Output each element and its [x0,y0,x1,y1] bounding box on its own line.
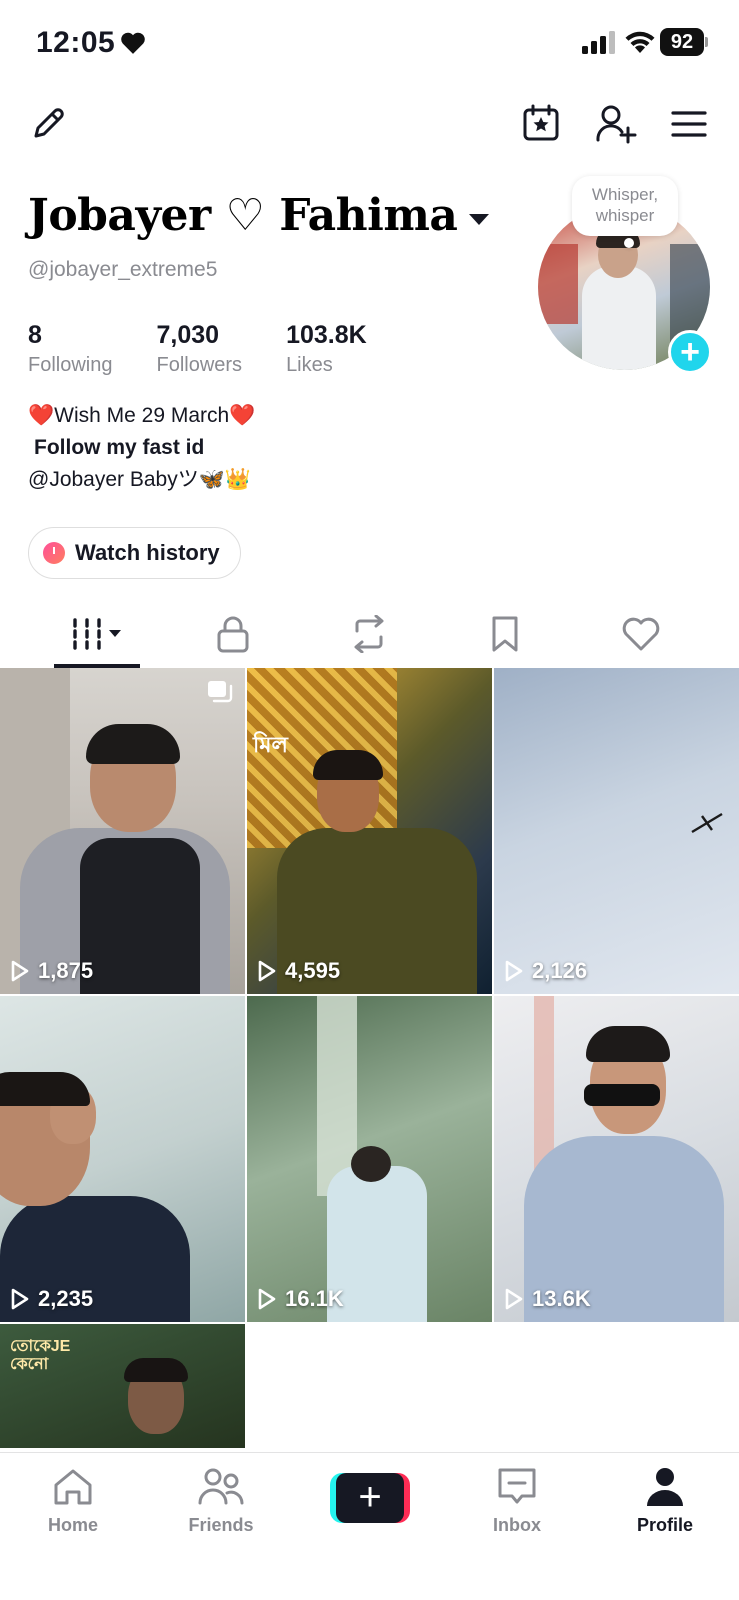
profile-tabs [0,604,739,668]
profile-username: @jobayer_extreme5 [28,258,218,281]
whisper-bubble[interactable]: Whisper, whisper [572,176,678,236]
tab-saved[interactable] [460,604,550,664]
friends-icon [198,1468,244,1505]
likes-stat[interactable]: 103.8K Likes [286,320,367,377]
play-icon [11,960,29,982]
battery-level: 92 [660,28,704,56]
followers-count: 7,030 [156,321,220,349]
bookmark-icon [492,616,518,652]
nav-profile[interactable]: Profile [610,1465,720,1536]
tab-videos[interactable] [52,604,142,664]
status-time: 12:05 [36,26,116,59]
tab-liked[interactable] [596,604,686,664]
grid-icon [73,618,121,650]
profile-display-name[interactable]: Jobayer ♡ Fahima [28,190,458,241]
followers-label: Followers [156,354,243,376]
play-icon [505,1288,523,1310]
view-count-label: 1,875 [38,958,94,983]
video-tile[interactable]: তোকেJE কেনো [0,1324,245,1448]
bio-line-mention[interactable]: @Jobayer Babyツ🦋👑 [28,464,255,496]
play-icon [258,1288,276,1310]
profile-icon [647,1468,683,1506]
watch-history-button[interactable]: Watch history [28,527,241,579]
whisper-text-line: whisper [595,206,655,225]
play-icon [258,960,276,982]
play-icon [505,960,523,982]
add-friend-button[interactable] [594,102,638,146]
watch-history-label: Watch history [75,540,220,565]
status-bar: 12:05 92 [0,0,739,88]
bottom-navigation: Home Friends + Inbox Profile [0,1452,739,1600]
view-count-label: 2,235 [38,1286,94,1311]
video-tile[interactable]: 1,875 [0,668,245,994]
menu-button[interactable] [668,104,710,144]
home-icon [54,1469,92,1505]
view-count-label: 13.6K [532,1286,591,1311]
following-stat[interactable]: 8 Following [28,320,112,377]
add-user-icon [596,105,637,144]
repost-icon [354,615,384,653]
tile-overlay-text: মিল [253,732,288,757]
nav-friends[interactable]: Friends [166,1465,276,1536]
following-count: 8 [28,321,42,349]
view-count: 2,126 [504,958,587,984]
chevron-down-icon[interactable] [468,212,490,226]
view-count-label: 16.1K [285,1286,344,1311]
edit-profile-button[interactable] [26,102,70,146]
clock-icon [43,542,65,564]
whisper-text-line: Whisper, [591,185,659,204]
video-tile[interactable]: 16.1K [247,996,492,1322]
tab-reposts[interactable] [324,604,414,664]
pencil-icon [34,108,64,138]
view-count: 13.6K [504,1286,591,1312]
create-video-button[interactable]: + [330,1473,410,1523]
view-count: 2,235 [10,1286,93,1312]
multi-photo-icon [208,681,233,703]
heart-icon [121,32,145,54]
video-tile[interactable]: 2,126 [494,668,739,994]
bubble-tail [624,238,634,248]
view-count: 16.1K [257,1286,344,1312]
profile-stats: 8 Following 7,030 Followers 103.8K Likes [28,320,411,377]
lock-icon [217,616,249,653]
inbox-icon [498,1468,536,1504]
plus-icon: + [336,1473,404,1523]
profile-bio: ❤️Wish Me 29 March❤️ Follow my fast id @… [28,400,255,496]
view-count-label: 2,126 [532,958,588,983]
calendar-star-icon [523,104,559,141]
video-tile[interactable]: 2,235 [0,996,245,1322]
airplane-icon [691,812,723,834]
tile-overlay-text: তোকেJE কেনো [10,1338,71,1373]
nav-profile-label: Profile [636,1515,693,1535]
video-tile[interactable]: 13.6K [494,996,739,1322]
video-tile[interactable]: মিল 4,595 [247,668,492,994]
likes-label: Likes [286,354,333,376]
view-count: 1,875 [10,958,93,984]
add-story-button[interactable]: + [668,330,712,374]
wifi-icon [625,31,655,53]
nav-friends-label: Friends [188,1515,254,1535]
following-label: Following [28,354,113,376]
heart-icon [622,617,660,651]
cellular-signal-icon [582,31,615,54]
bio-line: Follow my fast id [34,436,205,459]
view-count: 4,595 [257,958,340,984]
play-icon [11,1288,29,1310]
nav-inbox-label: Inbox [493,1515,541,1535]
nav-inbox[interactable]: Inbox [462,1465,572,1536]
tab-private[interactable] [188,604,278,664]
calendar-button[interactable] [520,102,562,144]
nav-home[interactable]: Home [18,1465,128,1536]
hamburger-menu-icon [671,111,707,137]
followers-stat[interactable]: 7,030 Followers [156,320,242,377]
bio-line: ❤️Wish Me 29 March❤️ [28,404,256,427]
battery-indicator: 92 [660,28,708,56]
likes-count: 103.8K [286,321,367,349]
nav-home-label: Home [47,1515,98,1535]
view-count-label: 4,595 [285,958,341,983]
